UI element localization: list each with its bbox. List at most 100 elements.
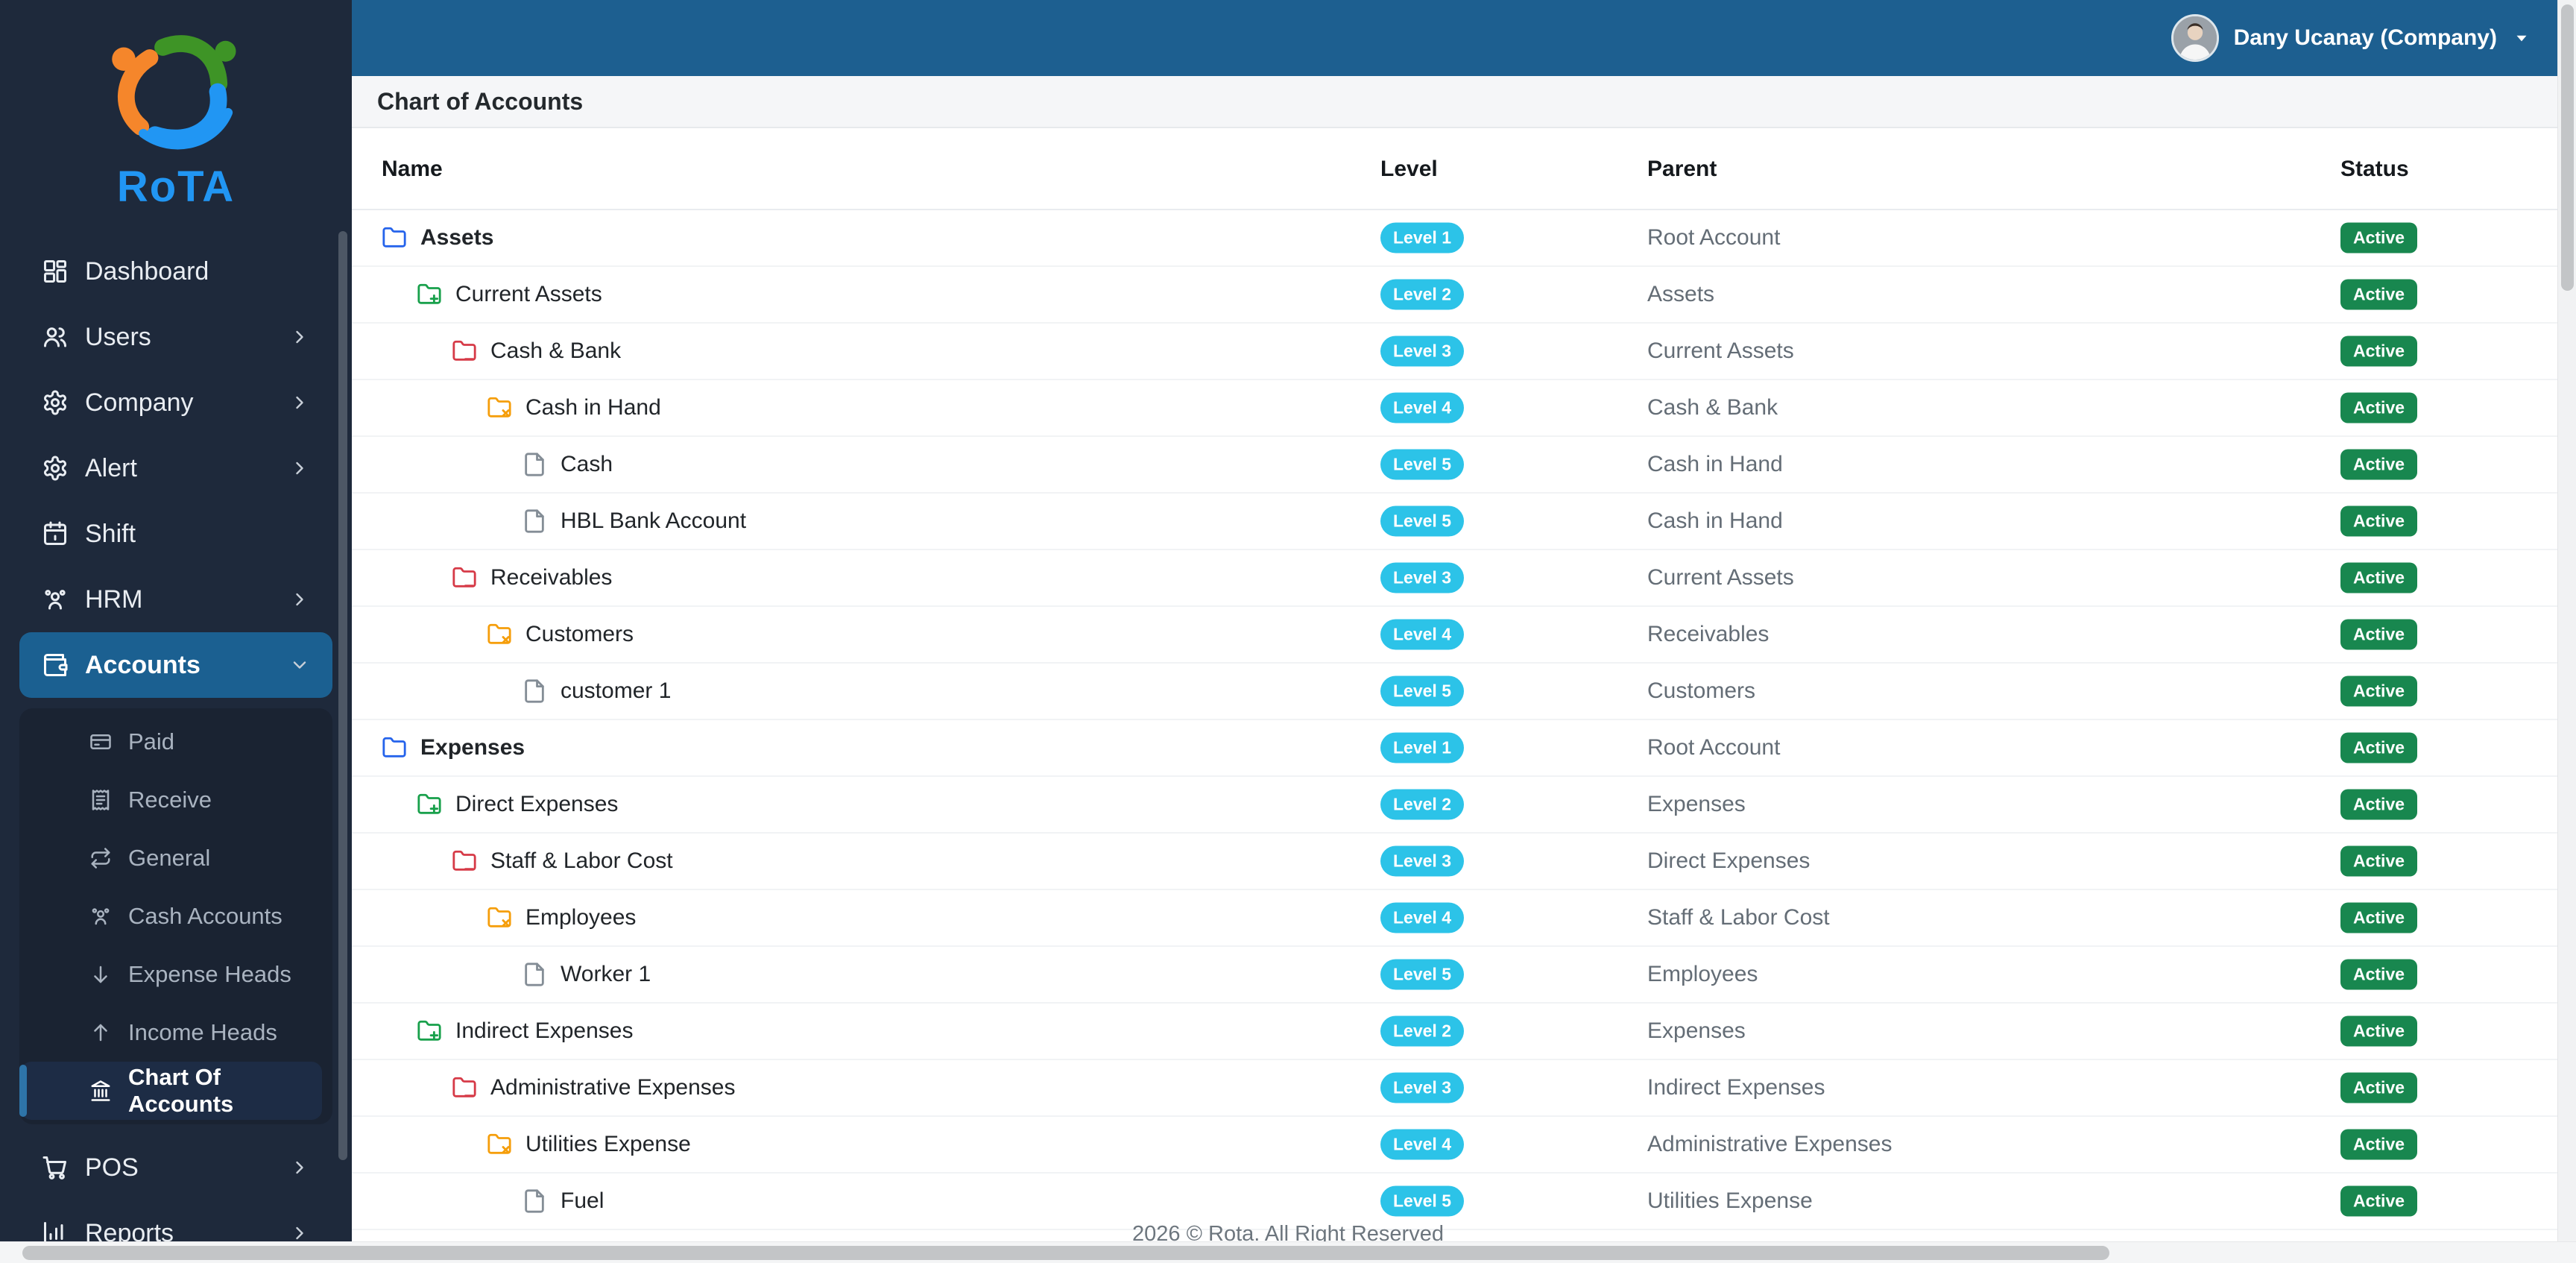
sidebar-subitem-receive[interactable]: Receive (19, 771, 332, 829)
account-name: Cash in Hand (525, 395, 661, 420)
table-header-row: Name Level Parent Status (352, 130, 2558, 210)
folder-minus-icon (452, 565, 477, 590)
folder-x-icon (487, 622, 512, 647)
user-menu[interactable]: Dany Ucanay (Company) (2171, 14, 2531, 62)
status-badge: Active (2340, 1015, 2418, 1047)
status-badge: Active (2340, 562, 2418, 593)
page-header: Chart of Accounts (352, 76, 2558, 128)
level-badge: Level 4 (1380, 392, 1464, 423)
parent-name: Current Assets (1647, 338, 1794, 363)
sidebar-item-shift[interactable]: Shift (19, 501, 332, 567)
gear-icon (42, 389, 69, 416)
parent-name: Cash & Bank (1647, 395, 1778, 420)
chevron-right-icon (289, 458, 310, 479)
sidebar-item-alert[interactable]: Alert (19, 435, 332, 501)
sidebar-scrollbar-thumb[interactable] (338, 231, 347, 1160)
sidebar-item-pos[interactable]: POS (19, 1135, 332, 1200)
folder-minus-icon (452, 848, 477, 874)
sidebar-item-dashboard[interactable]: Dashboard (19, 239, 332, 304)
account-name: customer 1 (561, 678, 672, 703)
status-badge: Active (2340, 732, 2418, 763)
account-name: Employees (525, 905, 637, 930)
file-icon (522, 1188, 547, 1214)
parent-name: Utilities Expense (1647, 1188, 1813, 1213)
sidebar-item-users[interactable]: Users (19, 304, 332, 370)
account-name: Fuel (561, 1188, 604, 1213)
table-row: Expenses Level 1 Root Account Active (352, 720, 2558, 777)
parent-name: Receivables (1647, 622, 1770, 646)
status-badge: Active (2340, 449, 2418, 480)
sidebar-subitem-income-heads[interactable]: Income Heads (19, 1004, 332, 1062)
chevron-right-icon (289, 589, 310, 610)
account-name: Utilities Expense (525, 1132, 691, 1156)
level-badge: Level 3 (1380, 562, 1464, 593)
account-name: Current Assets (455, 282, 602, 306)
sidebar-subitem-label: Income Heads (128, 1019, 277, 1045)
level-badge: Level 1 (1380, 732, 1464, 763)
table-row: Current Assets Level 2 Assets Active (352, 267, 2558, 324)
bank-icon (89, 1080, 112, 1102)
chevron-right-icon (289, 327, 310, 347)
arrow-up-icon (89, 1021, 112, 1044)
sidebar-item-label: POS (85, 1153, 139, 1182)
table-row: Utilities Expense Level 4 Administrative… (352, 1117, 2558, 1174)
vertical-scrollbar-thumb[interactable] (2561, 4, 2574, 291)
table-row: Worker 1 Level 5 Employees Active (352, 947, 2558, 1004)
sidebar-subitem-label: Cash Accounts (128, 903, 282, 929)
level-badge: Level 2 (1380, 279, 1464, 310)
level-badge: Level 1 (1380, 222, 1464, 253)
sidebar-subitem-paid[interactable]: Paid (19, 713, 332, 771)
status-badge: Active (2340, 1185, 2418, 1217)
parent-name: Cash in Hand (1647, 508, 1783, 533)
horizontal-scrollbar-thumb[interactable] (22, 1246, 2109, 1260)
status-badge: Active (2340, 959, 2418, 990)
table-row: HBL Bank Account Level 5 Cash in Hand Ac… (352, 494, 2558, 550)
sidebar-subitem-cash-accounts[interactable]: Cash Accounts (19, 887, 332, 945)
sidebar-item-accounts[interactable]: Accounts (19, 632, 332, 698)
sidebar-subitem-general[interactable]: General (19, 829, 332, 887)
status-badge: Active (2340, 789, 2418, 820)
account-name: Indirect Expenses (455, 1018, 634, 1043)
folder-minus-icon (452, 1075, 477, 1100)
table-row: Direct Expenses Level 2 Expenses Active (352, 777, 2558, 834)
table-row: Cash in Hand Level 4 Cash & Bank Active (352, 380, 2558, 437)
app-logo[interactable]: RoTA (0, 0, 352, 239)
parent-name: Expenses (1647, 1018, 1746, 1043)
gear-icon (42, 455, 69, 482)
credit-card-icon (89, 731, 112, 753)
parent-name: Customers (1647, 678, 1756, 703)
parent-name: Employees (1647, 962, 1758, 986)
level-badge: Level 5 (1380, 505, 1464, 537)
level-badge: Level 4 (1380, 1129, 1464, 1160)
account-name: Cash (561, 452, 613, 476)
account-name: Cash & Bank (490, 338, 622, 363)
account-name: HBL Bank Account (561, 508, 747, 533)
sidebar-item-company[interactable]: Company (19, 370, 332, 435)
file-icon (522, 962, 547, 987)
folder-minus-icon (452, 338, 477, 364)
level-badge: Level 3 (1380, 845, 1464, 877)
table-row: Assets Level 1 Root Account Active (352, 210, 2558, 267)
parent-name: Root Account (1647, 735, 1781, 760)
table-row: Receivables Level 3 Current Assets Activ… (352, 550, 2558, 607)
team-icon (42, 586, 69, 613)
table-row: Cash & Bank Level 3 Current Assets Activ… (352, 324, 2558, 380)
level-badge: Level 3 (1380, 1072, 1464, 1103)
sidebar-subitem-chart-of-accounts[interactable]: Chart Of Accounts (19, 1062, 322, 1120)
logo-knot-icon (112, 35, 236, 150)
sidebar-item-hrm[interactable]: HRM (19, 567, 332, 632)
chart-of-accounts-page: RoTA Dashboard Users Company Alert Shift… (0, 0, 2576, 1263)
sidebar-subitem-expense-heads[interactable]: Expense Heads (19, 945, 332, 1004)
level-badge: Level 2 (1380, 1015, 1464, 1047)
caret-down-icon (2512, 28, 2531, 48)
status-badge: Active (2340, 675, 2418, 707)
logo-wordmark: RoTA (116, 163, 236, 211)
sidebar-subitem-label: Expense Heads (128, 961, 291, 987)
account-name: Expenses (420, 735, 525, 760)
table-row: Cash Level 5 Cash in Hand Active (352, 437, 2558, 494)
folder-plus-icon (417, 282, 442, 307)
table-row: Staff & Labor Cost Level 3 Direct Expens… (352, 834, 2558, 890)
dashboard-icon (42, 258, 69, 285)
status-badge: Active (2340, 222, 2418, 253)
table-row: customer 1 Level 5 Customers Active (352, 664, 2558, 720)
